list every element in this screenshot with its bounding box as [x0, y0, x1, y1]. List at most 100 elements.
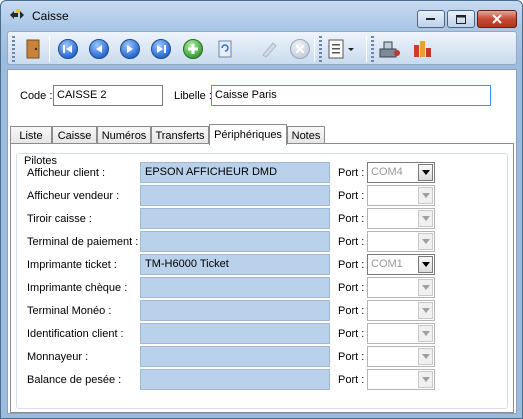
row-label: Tiroir caisse :	[27, 213, 92, 225]
imprimante-cheque-field[interactable]	[140, 277, 330, 298]
tab-notes[interactable]: Notes	[287, 126, 325, 144]
port-select[interactable]	[367, 231, 435, 252]
port-select[interactable]	[367, 185, 435, 206]
chevron-down-icon[interactable]	[418, 348, 433, 365]
last-record-button[interactable]	[149, 37, 173, 61]
row-label: Imprimante chèque :	[27, 282, 128, 294]
exit-button[interactable]	[21, 37, 45, 61]
port-label: Port :	[338, 282, 365, 294]
toolbar	[7, 31, 517, 65]
chevron-down-icon[interactable]	[418, 164, 433, 181]
minimize-icon	[426, 18, 435, 20]
tab-caisse[interactable]: Caisse	[52, 126, 97, 144]
terminal-moneo-field[interactable]	[140, 300, 330, 321]
port-label: Port :	[338, 259, 365, 271]
port-select[interactable]: COM1	[367, 254, 435, 275]
chevron-down-icon[interactable]	[418, 302, 433, 319]
main-panel: Code : CAISSE 2 Libelle : Caisse Paris L…	[7, 69, 517, 414]
door-icon	[26, 39, 40, 59]
identification-client-field[interactable]	[140, 323, 330, 344]
chevron-down-icon[interactable]	[418, 233, 433, 250]
edit-icon	[262, 42, 277, 58]
afficheur-client-field[interactable]: EPSON AFFICHEUR DMD	[140, 162, 330, 183]
previous-record-button[interactable]	[87, 37, 111, 61]
first-record-button[interactable]	[56, 37, 80, 61]
close-button[interactable]	[477, 10, 517, 28]
tools-icon	[379, 41, 400, 58]
peripheriques-tab-page: Pilotes Afficheur client : EPSON AFFICHE…	[10, 143, 514, 413]
chevron-down-icon[interactable]	[418, 210, 433, 227]
close-icon	[492, 14, 502, 24]
tab-numeros[interactable]: Numéros	[97, 126, 151, 144]
port-select[interactable]	[367, 300, 435, 321]
row-label: Afficheur vendeur :	[27, 190, 120, 202]
port-label: Port :	[338, 236, 365, 248]
row-label: Afficheur client :	[27, 167, 106, 179]
terminal-paiement-field[interactable]	[140, 231, 330, 252]
row-label: Balance de pesée :	[27, 374, 122, 386]
code-field[interactable]: CAISSE 2	[53, 85, 163, 106]
delete-button[interactable]	[288, 37, 312, 61]
port-value: COM4	[371, 166, 403, 178]
row-label: Identification client :	[27, 328, 124, 340]
port-select[interactable]	[367, 323, 435, 344]
port-label: Port :	[338, 351, 365, 363]
port-label: Port :	[338, 328, 365, 340]
port-select[interactable]	[367, 208, 435, 229]
row-label: Terminal Monéo :	[27, 305, 112, 317]
port-label: Port :	[338, 167, 365, 179]
window-title: Caisse	[32, 9, 69, 23]
row-label: Monnayeur :	[27, 351, 89, 363]
monnayeur-field[interactable]	[140, 346, 330, 367]
tab-strip: Liste Caisse Numéros Transferts Périphér…	[8, 124, 516, 145]
tab-peripheriques[interactable]: Périphériques	[209, 124, 287, 145]
add-icon	[183, 39, 203, 59]
pilotes-group-title: Pilotes	[22, 155, 60, 167]
toolbar-grip[interactable]	[371, 36, 374, 62]
tab-liste[interactable]: Liste	[10, 126, 52, 144]
maximize-button[interactable]	[447, 10, 475, 28]
report-dropdown-button[interactable]	[326, 37, 358, 61]
toolbar-separator	[366, 36, 367, 62]
tools-button[interactable]	[378, 37, 402, 61]
chevron-down-icon[interactable]	[418, 187, 433, 204]
next-record-button[interactable]	[118, 37, 142, 61]
row-label: Imprimante ticket :	[27, 259, 117, 271]
report-icon	[328, 39, 354, 59]
chart-button[interactable]	[411, 37, 435, 61]
chevron-down-icon[interactable]	[418, 256, 433, 273]
toolbar-separator	[314, 36, 315, 62]
tab-transferts[interactable]: Transferts	[151, 126, 209, 144]
row-label: Terminal de paiement :	[27, 236, 139, 248]
port-select[interactable]	[367, 346, 435, 367]
toolbar-grip[interactable]	[319, 36, 322, 62]
tiroir-caisse-field[interactable]	[140, 208, 330, 229]
toolbar-separator	[49, 36, 50, 62]
add-button[interactable]	[181, 37, 205, 61]
port-select[interactable]	[367, 277, 435, 298]
afficheur-vendeur-field[interactable]	[140, 185, 330, 206]
toolbar-grip[interactable]	[12, 36, 15, 62]
chevron-down-icon[interactable]	[418, 325, 433, 342]
port-label: Port :	[338, 190, 365, 202]
edit-button[interactable]	[257, 37, 281, 61]
first-record-icon	[58, 39, 78, 59]
chart-icon	[414, 41, 431, 57]
title-bar[interactable]: Caisse	[1, 1, 522, 29]
chevron-down-icon[interactable]	[418, 371, 433, 388]
maximize-icon	[456, 14, 466, 24]
balance-pesee-field[interactable]	[140, 369, 330, 390]
port-select[interactable]: COM4	[367, 162, 435, 183]
refresh-icon	[218, 40, 232, 58]
delete-icon	[290, 39, 310, 59]
refresh-button[interactable]	[213, 37, 237, 61]
port-value: COM1	[371, 258, 403, 270]
libelle-field[interactable]: Caisse Paris	[211, 85, 491, 106]
chevron-down-icon[interactable]	[418, 279, 433, 296]
app-icon	[9, 8, 25, 22]
port-label: Port :	[338, 374, 365, 386]
minimize-button[interactable]	[417, 10, 445, 28]
port-label: Port :	[338, 213, 365, 225]
imprimante-ticket-field[interactable]: TM-H6000 Ticket	[140, 254, 330, 275]
port-select[interactable]	[367, 369, 435, 390]
